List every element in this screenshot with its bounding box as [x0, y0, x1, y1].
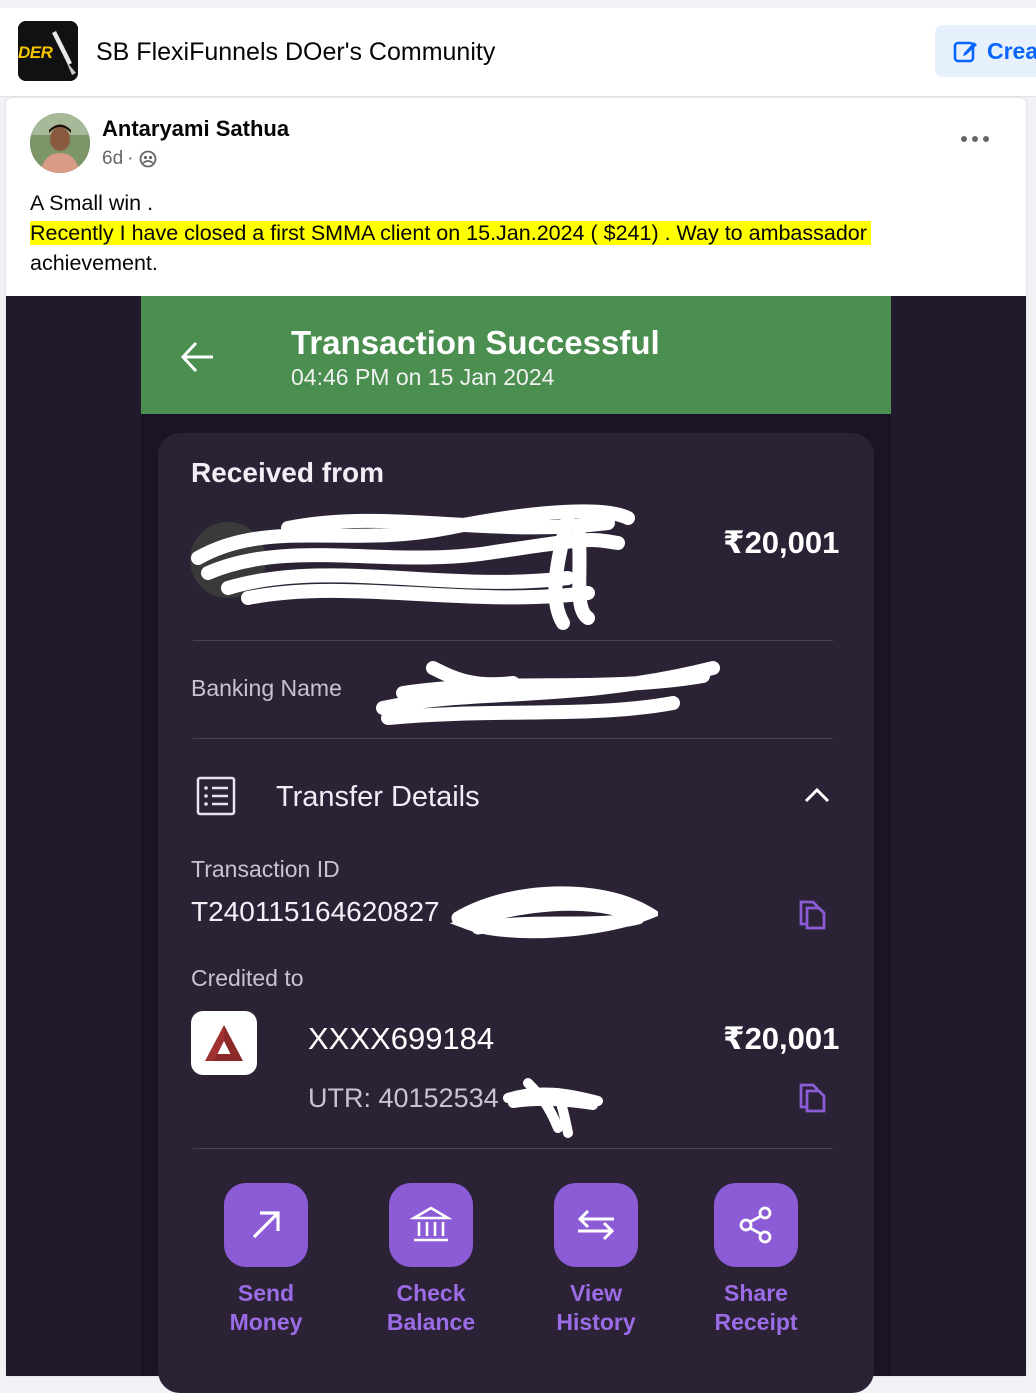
post-text-line-1: A Small win . [30, 191, 154, 215]
create-post-label: Crea [987, 37, 1036, 64]
transaction-title: Transaction Successful [291, 324, 660, 361]
post-text: A Small win . Recently I have closed a f… [30, 188, 1010, 278]
banking-name-label: Banking Name [191, 675, 342, 701]
check-balance-label: Check Balance [386, 1280, 476, 1335]
author-name[interactable]: Antaryami Sathua [102, 116, 289, 142]
credited-account: XXXX699184 [308, 1021, 495, 1056]
transaction-time: 04:46 PM on 15 Jan 2024 [291, 364, 555, 390]
received-from-label: Received from [191, 457, 384, 488]
check-balance-action[interactable]: Check Balance [371, 1183, 491, 1337]
copy-transaction-id-icon[interactable] [798, 898, 828, 930]
credited-amount: ₹20,001 [723, 1021, 840, 1056]
redacted-sender-scribble [190, 504, 635, 630]
author-avatar[interactable] [30, 113, 90, 173]
send-money-label: Send Money [229, 1280, 303, 1335]
top-strip [0, 0, 1036, 8]
payment-receipt-screenshot: Transaction Successful 04:46 PM on 15 Ja… [141, 296, 891, 1393]
divider [193, 738, 833, 739]
post-image[interactable]: Transaction Successful 04:46 PM on 15 Ja… [6, 296, 1026, 1393]
create-post-button[interactable]: Crea [935, 25, 1036, 77]
utr-label: UTR: 40152534 [308, 1083, 499, 1113]
group-logo-text: DER [18, 43, 53, 62]
meta-separator: · [127, 148, 134, 169]
back-arrow-icon [180, 341, 213, 373]
transfer-details-label[interactable]: Transfer Details [276, 781, 480, 814]
divider [193, 1148, 833, 1149]
group-header: DER SB FlexiFunnels DOer's Community Cre… [0, 8, 1036, 97]
receipt-header: Transaction Successful 04:46 PM on 15 Ja… [141, 296, 891, 414]
group-audience-icon [140, 150, 157, 168]
received-amount: ₹20,001 [723, 525, 840, 560]
credited-to-label: Credited to [191, 965, 304, 991]
divider [193, 640, 833, 641]
redacted-utr-scribble [503, 1078, 603, 1138]
share-icon [739, 1206, 772, 1244]
receipt-actions: Send Money Check Balance View History Sh… [158, 1183, 874, 1383]
transaction-id-value: T240115164620827 [191, 896, 440, 927]
arrow-up-right-icon [252, 1211, 280, 1239]
list-document-icon [196, 776, 236, 816]
view-history-button[interactable] [554, 1183, 638, 1267]
copy-utr-icon[interactable] [798, 1081, 828, 1113]
edit-icon [953, 41, 977, 63]
share-receipt-label: Share Receipt [714, 1280, 798, 1335]
share-receipt-button[interactable] [714, 1183, 798, 1267]
check-balance-button[interactable] [389, 1183, 473, 1267]
share-receipt-action[interactable]: Share Receipt [696, 1183, 816, 1337]
redacted-banking-name-scribble [376, 661, 720, 725]
view-history-label: View History [556, 1280, 636, 1335]
transaction-details-card: Received from ₹20,001 Banking Name Trans… [158, 433, 874, 1393]
group-name[interactable]: SB FlexiFunnels DOer's Community [96, 38, 495, 67]
transaction-id-label: Transaction ID [191, 856, 340, 882]
post-meta: 6d · [102, 148, 157, 170]
post-card: Antaryami Sathua 6d · A Small win . Rece… [6, 98, 1026, 1393]
post-text-highlight: Recently I have closed a first SMMA clie… [30, 221, 871, 245]
more-options-icon[interactable] [958, 124, 992, 154]
swap-arrows-icon [577, 1209, 615, 1241]
redacted-transaction-id-scribble [449, 886, 658, 939]
chevron-up-icon[interactable] [803, 785, 831, 805]
bank-icon [410, 1206, 452, 1242]
group-logo[interactable]: DER [18, 21, 78, 81]
post-text-line-3: achievement. [30, 251, 158, 275]
send-money-button[interactable] [224, 1183, 308, 1267]
bank-logo [191, 1011, 257, 1075]
post-age[interactable]: 6d [102, 148, 123, 170]
view-history-action[interactable]: View History [536, 1183, 656, 1337]
send-money-action[interactable]: Send Money [206, 1183, 326, 1337]
